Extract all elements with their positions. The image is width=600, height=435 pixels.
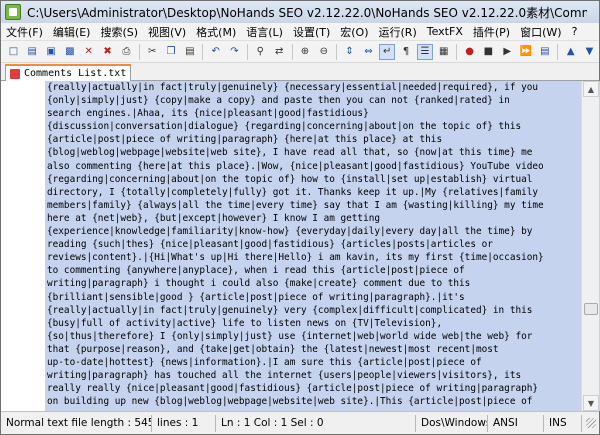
zoom-out-icon[interactable]: ⊖ bbox=[316, 44, 332, 60]
copy-icon[interactable]: ❐ bbox=[163, 44, 179, 60]
text-line: {brilliant|sensible|good } {article|post… bbox=[47, 291, 465, 303]
unsaved-file-icon bbox=[10, 68, 20, 79]
status-encoding: ANSI bbox=[488, 414, 544, 432]
close-all-icon[interactable]: ✖ bbox=[100, 44, 116, 60]
menu-plugins[interactable]: 插件(P) bbox=[468, 24, 515, 40]
toolbar-separator bbox=[456, 43, 458, 60]
print-icon[interactable]: ⎙ bbox=[118, 44, 134, 60]
cut-icon[interactable]: ✂ bbox=[144, 44, 160, 60]
notepad-app-icon bbox=[5, 4, 21, 20]
menu-window[interactable]: 窗口(W) bbox=[515, 24, 566, 40]
text-line: writing|paragraph} i thought i could als… bbox=[47, 278, 471, 290]
text-line: {regarding|concerning|about|on the topic… bbox=[47, 173, 533, 185]
sync-v-icon[interactable]: ⇕ bbox=[342, 44, 358, 60]
menu-textfx[interactable]: TextFX bbox=[422, 25, 468, 38]
sync-h-icon[interactable]: ⇔ bbox=[361, 44, 377, 60]
scroll-thumb[interactable] bbox=[584, 303, 598, 315]
resize-grip-icon[interactable] bbox=[584, 416, 598, 430]
text-area[interactable]: {really|actually|in fact|truly|genuinely… bbox=[45, 81, 600, 411]
text-line: to commenting {anywhere|anyplace}, when … bbox=[47, 265, 465, 277]
save-all-icon[interactable]: ▩ bbox=[62, 44, 78, 60]
record-macro-icon[interactable]: ● bbox=[462, 44, 478, 60]
title-bar[interactable]: C:\Users\Administrator\Desktop\NoHands S… bbox=[1, 1, 599, 23]
save-macro-icon[interactable]: ▤ bbox=[537, 44, 553, 60]
toolbar: □ ▤ ▣ ▩ ✕ ✖ ⎙ ✂ ❐ ▤ ↶ ↷ ⚲ ⇄ ⊕ ⊖ ⇕ ⇔ ↵ ¶ … bbox=[1, 41, 599, 63]
menu-macro[interactable]: 宏(O) bbox=[335, 24, 373, 40]
menu-edit[interactable]: 编辑(E) bbox=[48, 24, 96, 40]
text-line: also commenting {here|at this place}.|Wo… bbox=[47, 160, 544, 172]
text-line: members|family} {always|all the time|eve… bbox=[47, 199, 544, 211]
status-length: Normal text file length : 54555 bbox=[1, 414, 152, 432]
doc-map-icon[interactable]: ▦ bbox=[436, 44, 452, 60]
play-multi-icon[interactable]: ⏩ bbox=[518, 44, 534, 60]
vertical-scrollbar[interactable]: ▲ ▼ bbox=[581, 81, 599, 411]
text-line: directory, I {totally|completely|fully} … bbox=[47, 186, 539, 198]
text-line: really really {nice|pleasant|good|fastid… bbox=[47, 383, 539, 395]
menu-help[interactable]: ? bbox=[567, 25, 583, 38]
show-all-icon[interactable]: ¶ bbox=[398, 44, 414, 60]
text-line: {only|simply|just} {copy|make a copy} an… bbox=[47, 95, 510, 107]
text-line: {experience|knowledge|familiarity|know-h… bbox=[47, 226, 533, 238]
text-line: {really|actually|in fact|truly|genuinely… bbox=[47, 304, 533, 316]
status-position: Ln : 1 Col : 1 Sel : 0 bbox=[216, 414, 416, 432]
word-wrap-icon[interactable]: ↵ bbox=[379, 43, 396, 60]
status-mode: INS bbox=[544, 414, 582, 432]
replace-icon[interactable]: ⇄ bbox=[271, 44, 287, 60]
text-line: reviews|content}.|{Hi|What's up|Hi there… bbox=[47, 252, 544, 264]
menu-file[interactable]: 文件(F) bbox=[1, 24, 48, 40]
text-line: {blog|weblog|webpage|website|web site}, … bbox=[47, 147, 533, 159]
toolbar-separator bbox=[202, 43, 204, 60]
scroll-down-icon[interactable]: ▼ bbox=[583, 395, 599, 411]
toolbar-separator bbox=[557, 43, 559, 60]
redo-icon[interactable]: ↷ bbox=[227, 44, 243, 60]
scroll-up-icon[interactable]: ▲ bbox=[583, 81, 599, 97]
menu-format[interactable]: 格式(M) bbox=[191, 24, 241, 40]
text-line: {busy|full of activity|active} life to l… bbox=[47, 317, 443, 329]
line-margin bbox=[1, 81, 45, 411]
play-macro-icon[interactable]: ▶ bbox=[499, 44, 515, 60]
menu-search[interactable]: 搜索(S) bbox=[95, 24, 143, 40]
text-line: up-to-date|hottest} {news|information}.|… bbox=[47, 356, 482, 368]
text-line: search engines.|Ahaa, its {nice|pleasant… bbox=[47, 108, 369, 120]
find-icon[interactable]: ⚲ bbox=[252, 44, 268, 60]
status-bar: Normal text file length : 54555 lines : … bbox=[1, 411, 599, 434]
text-line: that {purpose|reason}, and {take|get|obt… bbox=[47, 343, 499, 355]
save-icon[interactable]: ▣ bbox=[43, 44, 59, 60]
down-icon[interactable]: ▼ bbox=[582, 44, 598, 60]
text-line: on building up new {blog|weblog|webpage|… bbox=[47, 396, 533, 408]
status-lines: lines : 1 bbox=[152, 414, 216, 432]
menu-view[interactable]: 视图(V) bbox=[143, 24, 191, 40]
indent-guide-icon[interactable]: ☰ bbox=[417, 43, 433, 60]
text-line: {really|actually|in fact|truly|genuinely… bbox=[47, 82, 539, 93]
text-line: {so|thus|therefore} I {only|simply|just}… bbox=[47, 330, 533, 342]
text-line: {discussion|conversation|dialogue} {rega… bbox=[47, 121, 522, 133]
open-file-icon[interactable]: ▤ bbox=[24, 44, 40, 60]
tab-bar: Comments List.txt bbox=[1, 63, 599, 81]
window-title: C:\Users\Administrator\Desktop\NoHands S… bbox=[27, 5, 587, 20]
toolbar-separator bbox=[291, 43, 293, 60]
text-line: {article|post|piece of writing|paragraph… bbox=[47, 134, 443, 146]
status-eol: Dos\Windows bbox=[416, 414, 488, 432]
up-icon[interactable]: ▲ bbox=[563, 44, 579, 60]
tab-label: Comments List.txt bbox=[24, 68, 127, 79]
close-icon[interactable]: ✕ bbox=[81, 44, 97, 60]
menu-bar: 文件(F) 编辑(E) 搜索(S) 视图(V) 格式(M) 语言(L) 设置(T… bbox=[1, 23, 599, 41]
toolbar-separator bbox=[246, 43, 248, 60]
toolbar-separator bbox=[336, 43, 338, 60]
tab-comments-list[interactable]: Comments List.txt bbox=[5, 64, 131, 81]
text-line: reading {such|thes} {nice|pleasant|good|… bbox=[47, 239, 493, 251]
menu-language[interactable]: 语言(L) bbox=[241, 24, 288, 40]
text-line: here at {net|web}, {but|except|however} … bbox=[47, 212, 381, 224]
paste-icon[interactable]: ▤ bbox=[182, 44, 198, 60]
notepad-window: C:\Users\Administrator\Desktop\NoHands S… bbox=[0, 0, 600, 435]
stop-macro-icon[interactable]: ■ bbox=[480, 44, 496, 60]
menu-run[interactable]: 运行(R) bbox=[374, 24, 422, 40]
zoom-in-icon[interactable]: ⊕ bbox=[297, 44, 313, 60]
undo-icon[interactable]: ↶ bbox=[208, 44, 224, 60]
toolbar-separator bbox=[138, 43, 140, 60]
menu-settings[interactable]: 设置(T) bbox=[288, 24, 335, 40]
text-line: writing|paragraph} has touched all the i… bbox=[47, 370, 522, 382]
editor: {really|actually|in fact|truly|genuinely… bbox=[1, 81, 600, 411]
new-file-icon[interactable]: □ bbox=[6, 44, 22, 60]
